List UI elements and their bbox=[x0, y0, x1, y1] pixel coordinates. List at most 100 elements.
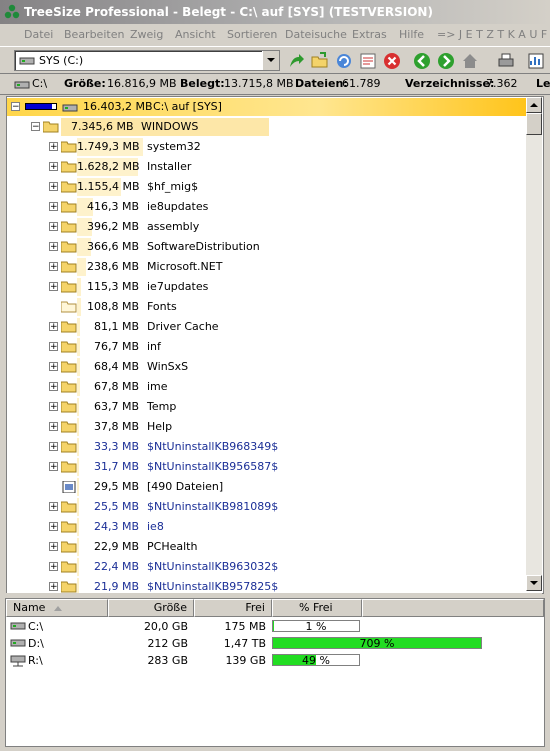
menu-jetzt-kaufen[interactable]: => J E T Z T K A U F E bbox=[437, 28, 550, 41]
tree-row-name: assembly bbox=[147, 220, 200, 233]
tree-row[interactable]: 29,5 MB [490 Dateien] bbox=[7, 477, 527, 497]
expand-toggle[interactable]: + bbox=[49, 222, 58, 232]
chart-icon[interactable] bbox=[526, 51, 546, 71]
home-icon[interactable] bbox=[460, 51, 480, 71]
back-icon[interactable] bbox=[412, 51, 432, 71]
menu-extras[interactable]: Extras bbox=[352, 28, 387, 41]
tree-row-size: 1.628,2 MB bbox=[77, 160, 140, 173]
expand-toggle[interactable]: + bbox=[49, 542, 58, 552]
expand-toggle[interactable]: + bbox=[49, 582, 58, 592]
collapse-toggle[interactable]: − bbox=[31, 122, 40, 132]
tree-row-size: 81,1 MB bbox=[93, 320, 139, 333]
toolbar: SYS (C:) bbox=[0, 47, 550, 74]
tree-row[interactable]: +31,7 MB $NtUninstallKB956587$ bbox=[7, 457, 527, 477]
expand-toggle[interactable]: + bbox=[49, 362, 58, 372]
menu-datei[interactable]: Datei bbox=[24, 28, 53, 41]
tree-row-name: ime bbox=[147, 380, 168, 393]
expand-toggle[interactable]: + bbox=[49, 282, 58, 292]
print-icon[interactable] bbox=[496, 51, 516, 71]
tree-row[interactable]: +115,3 MB ie7updates bbox=[7, 277, 527, 297]
column-header-size[interactable]: Größe bbox=[108, 599, 194, 617]
menu-hilfe[interactable]: Hilfe bbox=[399, 28, 424, 41]
expand-toggle[interactable]: + bbox=[49, 242, 58, 252]
tree-row[interactable]: +33,3 MB $NtUninstallKB968349$ bbox=[7, 437, 527, 457]
scroll-up-button[interactable] bbox=[526, 97, 542, 113]
tree-row[interactable]: +68,4 MB WinSxS bbox=[7, 357, 527, 377]
expand-toggle[interactable]: + bbox=[49, 402, 58, 412]
column-header-pct-free[interactable]: % Frei bbox=[272, 599, 362, 617]
menu-sortieren[interactable]: Sortieren bbox=[227, 28, 277, 41]
network-drive-icon bbox=[10, 655, 26, 667]
tree-row[interactable]: +24,3 MB ie8 bbox=[7, 517, 527, 537]
tree-row[interactable]: +1.155,4 MB $hf_mig$ bbox=[7, 177, 527, 197]
tree-row-size: 108,8 MB bbox=[86, 300, 139, 313]
expand-toggle[interactable]: + bbox=[49, 442, 58, 452]
expand-toggle[interactable]: + bbox=[49, 162, 58, 172]
tree-root-row[interactable]: − 16.403,2 MB C:\ auf [SYS] bbox=[7, 97, 527, 117]
column-header-free[interactable]: Frei bbox=[194, 599, 272, 617]
folder-tree[interactable]: − 16.403,2 MB C:\ auf [SYS] − 7.345,6 MB… bbox=[6, 96, 544, 594]
menu-dateisuche[interactable]: Dateisuche bbox=[285, 28, 347, 41]
scroll-thumb[interactable] bbox=[526, 113, 542, 135]
title-bar[interactable]: TreeSize Professional - Belegt - C:\ auf… bbox=[0, 0, 550, 24]
tree-row[interactable]: +37,8 MB Help bbox=[7, 417, 527, 437]
vertical-scrollbar[interactable] bbox=[526, 97, 542, 591]
tree-root-size: 16.403,2 MB bbox=[83, 100, 153, 113]
tree-row[interactable]: +81,1 MB Driver Cache bbox=[7, 317, 527, 337]
tree-row[interactable]: +67,8 MB ime bbox=[7, 377, 527, 397]
tree-row[interactable]: +21,9 MB $NtUninstallKB957825$ bbox=[7, 577, 527, 593]
tree-row[interactable]: +63,7 MB Temp bbox=[7, 397, 527, 417]
drive-row[interactable]: R:\ 283 GB 139 GB 49 % bbox=[6, 652, 542, 669]
tree-row[interactable]: +22,9 MB PCHealth bbox=[7, 537, 527, 557]
tree-row[interactable]: 108,8 MB Fonts bbox=[7, 297, 527, 317]
tree-row[interactable]: +366,6 MB SoftwareDistribution bbox=[7, 237, 527, 257]
expand-toggle[interactable]: + bbox=[49, 422, 58, 432]
tree-row[interactable]: +22,4 MB $NtUninstallKB963032$ bbox=[7, 557, 527, 577]
column-header-empty bbox=[362, 599, 544, 617]
expand-toggle[interactable]: + bbox=[49, 342, 58, 352]
tree-row[interactable]: +1.628,2 MB Installer bbox=[7, 157, 527, 177]
menu-ansicht[interactable]: Ansicht bbox=[175, 28, 216, 41]
drive-select[interactable]: SYS (C:) bbox=[14, 50, 280, 71]
tree-row[interactable]: +1.749,3 MB system32 bbox=[7, 137, 527, 157]
dropdown-button[interactable] bbox=[262, 51, 279, 70]
tree-row[interactable]: +238,6 MB Microsoft.NET bbox=[7, 257, 527, 277]
tree-row-name: ie8 bbox=[147, 520, 164, 533]
tree-row-windows[interactable]: − 7.345,6 MB WINDOWS bbox=[7, 117, 527, 137]
expand-toggle[interactable]: + bbox=[49, 382, 58, 392]
drive-row[interactable]: D:\ 212 GB 1,47 TB 709 % bbox=[6, 635, 542, 652]
tree-row[interactable]: +416,3 MB ie8updates bbox=[7, 197, 527, 217]
folder-icon bbox=[61, 521, 77, 533]
go-up-icon[interactable] bbox=[286, 51, 306, 71]
arrow-up-icon bbox=[530, 103, 538, 107]
column-header-name[interactable]: Name bbox=[6, 599, 108, 617]
tree-row[interactable]: +25,5 MB $NtUninstallKB981089$ bbox=[7, 497, 527, 517]
expand-toggle[interactable]: + bbox=[49, 202, 58, 212]
refresh-icon[interactable] bbox=[334, 51, 354, 71]
drive-list[interactable]: Name Größe Frei % Frei C:\ 20,0 GB 175 MB 1… bbox=[5, 598, 545, 747]
tree-row-size: 366,6 MB bbox=[86, 240, 139, 253]
hdd-icon bbox=[10, 622, 26, 630]
expand-toggle[interactable]: + bbox=[49, 142, 58, 152]
forward-icon[interactable] bbox=[436, 51, 456, 71]
tree-row-size: 33,3 MB bbox=[93, 440, 139, 453]
scroll-down-button[interactable] bbox=[526, 575, 542, 591]
open-folder-icon[interactable] bbox=[310, 51, 330, 71]
menu-bearbeiten[interactable]: Bearbeiten bbox=[64, 28, 124, 41]
tree-row-size: 416,3 MB bbox=[86, 200, 139, 213]
tree-row[interactable]: +396,2 MB assembly bbox=[7, 217, 527, 237]
expand-toggle[interactable]: + bbox=[49, 262, 58, 272]
filter-icon[interactable] bbox=[358, 51, 378, 71]
expand-toggle[interactable]: + bbox=[49, 322, 58, 332]
expand-toggle[interactable]: + bbox=[49, 502, 58, 512]
menu-zweig[interactable]: Zweig bbox=[130, 28, 163, 41]
expand-toggle[interactable]: + bbox=[49, 562, 58, 572]
expand-toggle[interactable]: + bbox=[49, 462, 58, 472]
tree-row-name: ie7updates bbox=[147, 280, 209, 293]
tree-row[interactable]: +76,7 MB inf bbox=[7, 337, 527, 357]
expand-toggle[interactable]: + bbox=[49, 522, 58, 532]
stop-icon[interactable] bbox=[382, 51, 402, 71]
expand-toggle[interactable]: + bbox=[49, 182, 58, 192]
collapse-toggle[interactable]: − bbox=[11, 102, 20, 112]
drive-row[interactable]: C:\ 20,0 GB 175 MB 1 % bbox=[6, 618, 542, 635]
